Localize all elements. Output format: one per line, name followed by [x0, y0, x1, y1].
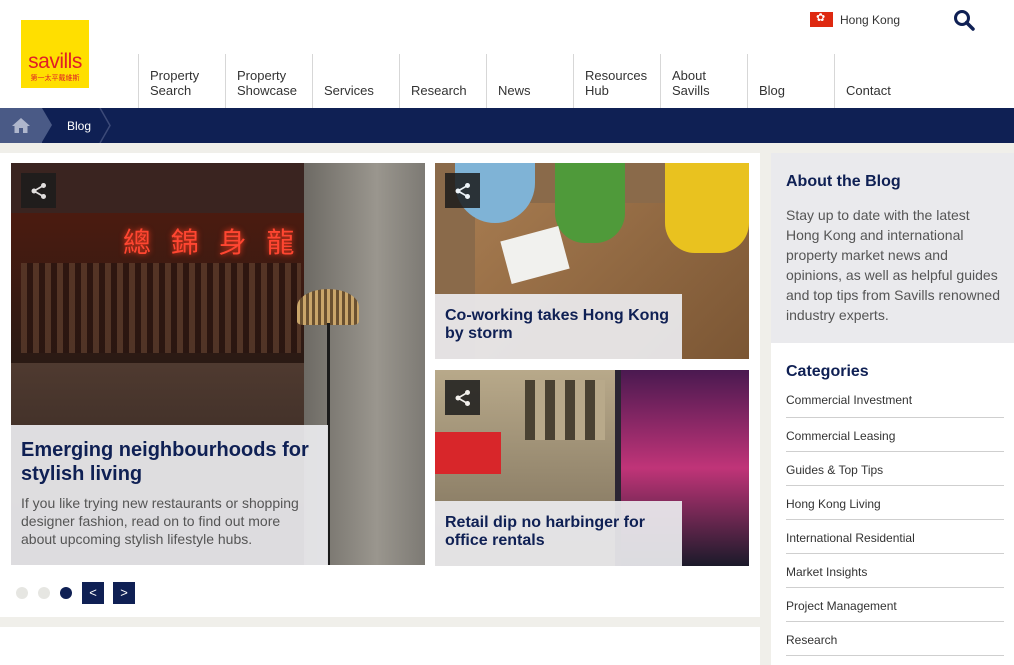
- category-link[interactable]: Commercial Investment: [786, 393, 1004, 418]
- carousel-dot[interactable]: [38, 587, 50, 599]
- featured-post-2[interactable]: Co-working takes Hong Kong by storm: [435, 163, 749, 359]
- post-image-sign: [435, 432, 501, 474]
- post-title[interactable]: Emerging neighbourhoods for stylish livi…: [21, 438, 318, 486]
- carousel-dot-active[interactable]: [60, 587, 72, 599]
- category-link[interactable]: Project Management: [786, 588, 1004, 622]
- nav-services[interactable]: Services: [312, 54, 399, 108]
- featured-post-1[interactable]: 總 錦 身 龍 Emerging neighbourhoods for styl…: [11, 163, 425, 565]
- logo-brand: savills: [28, 50, 82, 73]
- post-title[interactable]: Retail dip no harbinger for office renta…: [445, 514, 672, 550]
- share-icon[interactable]: [445, 380, 480, 415]
- category-link[interactable]: Hong Kong Living: [786, 486, 1004, 520]
- category-link[interactable]: International Residential: [786, 520, 1004, 554]
- carousel-dot[interactable]: [16, 587, 28, 599]
- locale-label: Hong Kong: [840, 12, 901, 27]
- logo-tagline: 第一太平戴維斯: [30, 75, 80, 82]
- search-icon[interactable]: [953, 9, 975, 31]
- carousel-next-button[interactable]: >: [113, 582, 135, 604]
- savills-logo[interactable]: savills 第一太平戴維斯: [21, 20, 89, 88]
- nav-property-showcase[interactable]: Property Showcase: [225, 54, 312, 108]
- post-caption: Emerging neighbourhoods for stylish livi…: [11, 425, 328, 565]
- nav-about-savills[interactable]: About Savills: [660, 54, 747, 108]
- site-header: savills 第一太平戴維斯 Hong Kong PropertySearch…: [0, 0, 1014, 108]
- post-excerpt: If you like trying new restaurants or sh…: [21, 495, 299, 547]
- post-caption: Co-working takes Hong Kong by storm: [435, 294, 682, 359]
- share-icon[interactable]: [21, 173, 56, 208]
- locale-selector[interactable]: Hong Kong: [810, 11, 901, 27]
- posts-panel: [0, 627, 760, 665]
- hong-kong-flag-icon: [810, 11, 833, 27]
- home-icon: [12, 118, 30, 133]
- post-image-detail: [21, 263, 301, 353]
- nav-blog[interactable]: Blog: [747, 54, 834, 108]
- categories-panel: Categories Commercial Investment Commerc…: [771, 343, 1014, 665]
- chevron-right-icon: [99, 108, 111, 143]
- post-image-person: [555, 163, 625, 243]
- category-link[interactable]: Research: [786, 622, 1004, 656]
- nav-property-search[interactable]: Property Search: [138, 54, 225, 108]
- nav-contact[interactable]: Contact: [834, 54, 921, 108]
- breadcrumb-home[interactable]: [0, 108, 52, 143]
- categories-title: Categories: [786, 363, 869, 380]
- about-text: Stay up to date with the latest Hong Kon…: [786, 207, 1000, 323]
- breadcrumb-current: Blog: [67, 119, 92, 133]
- nav-resources-hub[interactable]: Resources Hub: [573, 54, 660, 108]
- post-image-windows: [525, 380, 605, 440]
- breadcrumb: Blog: [0, 108, 1014, 143]
- post-image-person: [665, 163, 749, 253]
- nav-news[interactable]: News: [486, 54, 573, 108]
- about-blog-panel: About the Blog Stay up to date with the …: [771, 153, 1014, 343]
- category-link[interactable]: Guides & Top Tips: [786, 452, 1004, 486]
- post-caption: Retail dip no harbinger for office renta…: [435, 501, 682, 566]
- carousel-dots: [16, 587, 82, 599]
- post-title[interactable]: Co-working takes Hong Kong by storm: [445, 307, 672, 343]
- main-nav: Property Search Property Showcase Services…: [138, 54, 921, 108]
- nav-research[interactable]: Research: [399, 54, 486, 108]
- lamp-shade: [297, 289, 359, 325]
- about-title: About the Blog: [786, 173, 901, 190]
- neon-sign: 總 錦 身 龍: [123, 227, 301, 258]
- category-link[interactable]: Market Insights: [786, 554, 1004, 588]
- category-link[interactable]: Commercial Leasing: [786, 418, 1004, 452]
- share-icon[interactable]: [445, 173, 480, 208]
- carousel-prev-button[interactable]: <: [82, 582, 104, 604]
- featured-post-3[interactable]: Retail dip no harbinger for office renta…: [435, 370, 749, 566]
